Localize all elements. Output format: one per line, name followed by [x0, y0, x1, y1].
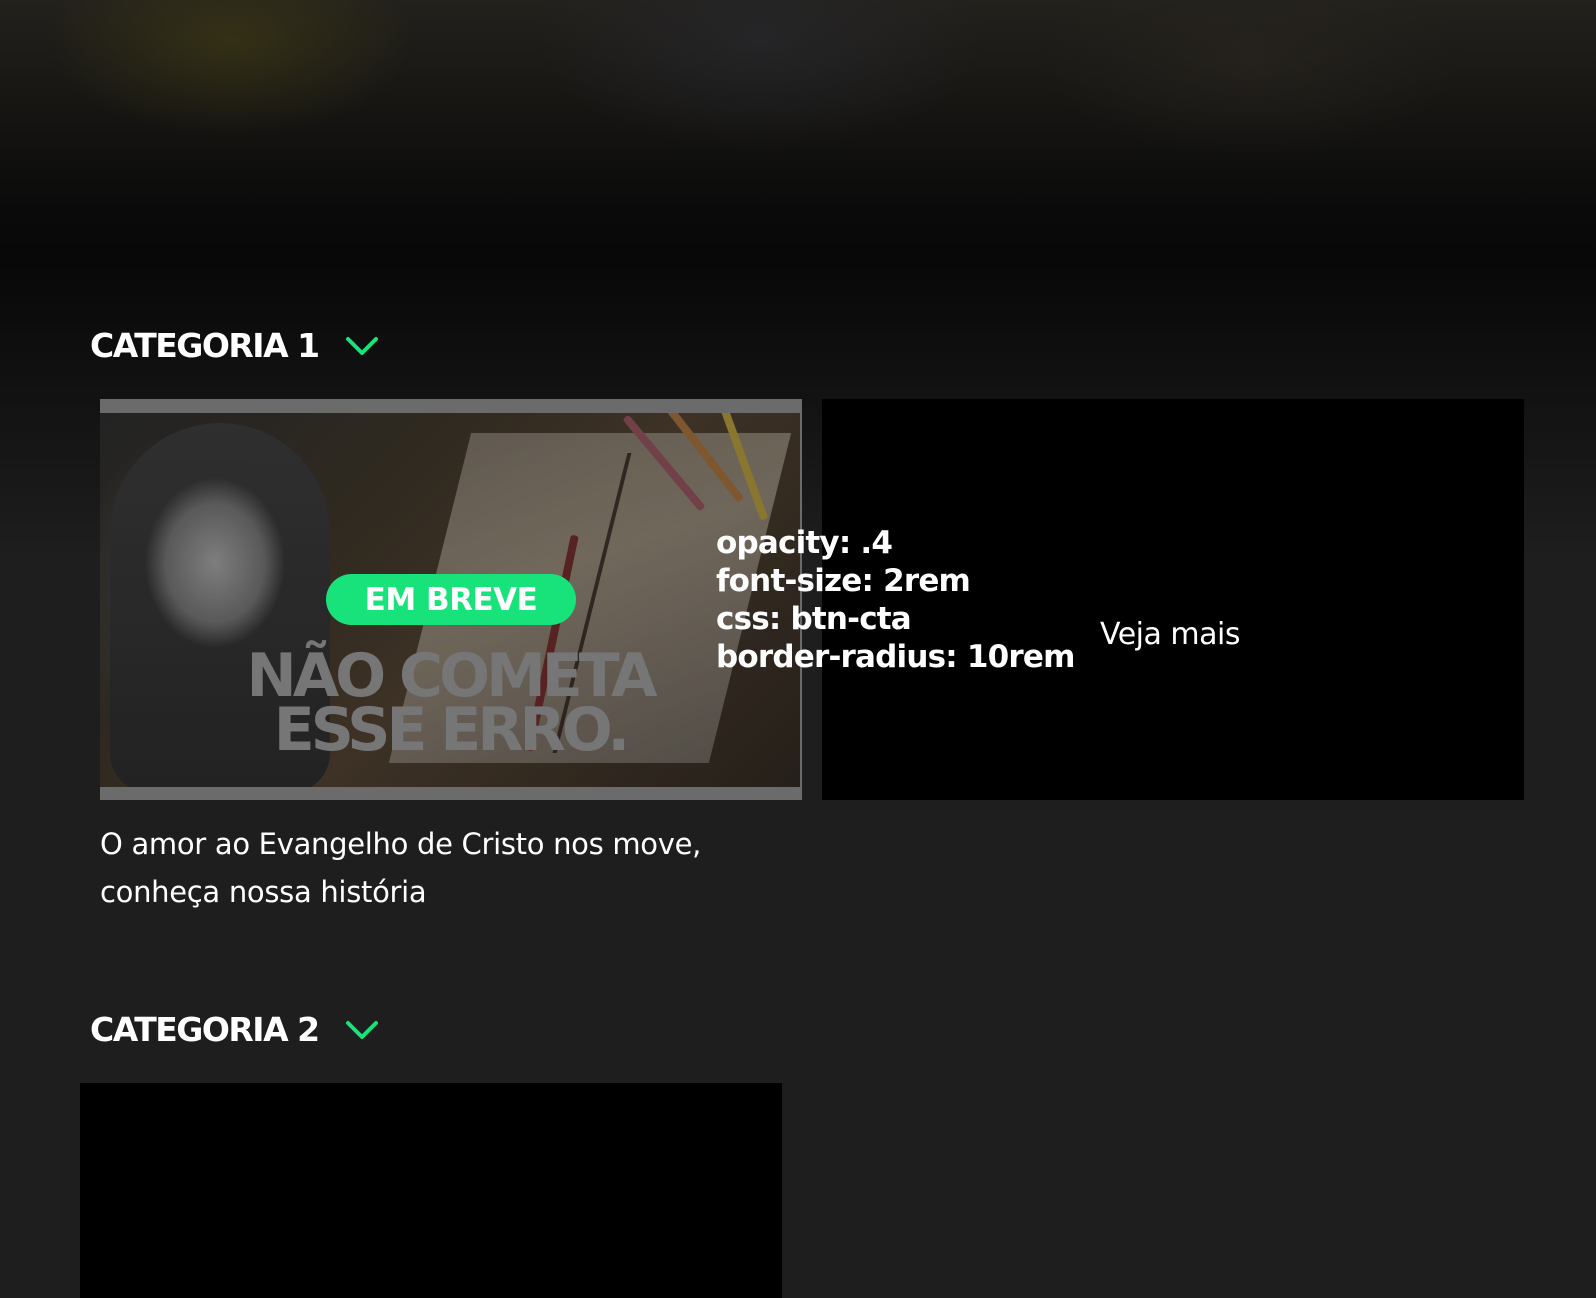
- category-2-title: CATEGORIA 2: [90, 1010, 320, 1049]
- category-1-title: CATEGORIA 1: [90, 326, 320, 365]
- category-2-card[interactable]: [80, 1083, 782, 1298]
- category-2-toggle[interactable]: CATEGORIA 2: [90, 1010, 379, 1049]
- chevron-down-icon: [345, 1020, 378, 1039]
- thumbnail-headline: NÃO COMETA ESSE ERRO.: [100, 646, 800, 765]
- video-card-caption[interactable]: O amor ao Evangelho de Cristo nos move, …: [100, 820, 800, 916]
- style-note: opacity: .4: [716, 525, 893, 561]
- style-note: css: btn-cta: [716, 601, 912, 637]
- category-1-toggle[interactable]: CATEGORIA 1: [90, 326, 379, 365]
- chevron-down-icon: [345, 336, 378, 355]
- veja-mais-link[interactable]: Veja mais: [1100, 617, 1240, 652]
- em-breve-badge[interactable]: EM BREVE: [326, 574, 576, 625]
- thumbnail-headline-line-2: ESSE ERRO.: [273, 695, 630, 765]
- style-notes: opacity: .4 font-size: 2rem css: btn-cta…: [716, 524, 1075, 676]
- page: CATEGORIA 1 NÃO COMETA ESSE ERRO. EM BRE…: [0, 0, 1596, 1298]
- style-note: border-radius: 10rem: [716, 639, 1075, 675]
- style-note: font-size: 2rem: [716, 563, 971, 599]
